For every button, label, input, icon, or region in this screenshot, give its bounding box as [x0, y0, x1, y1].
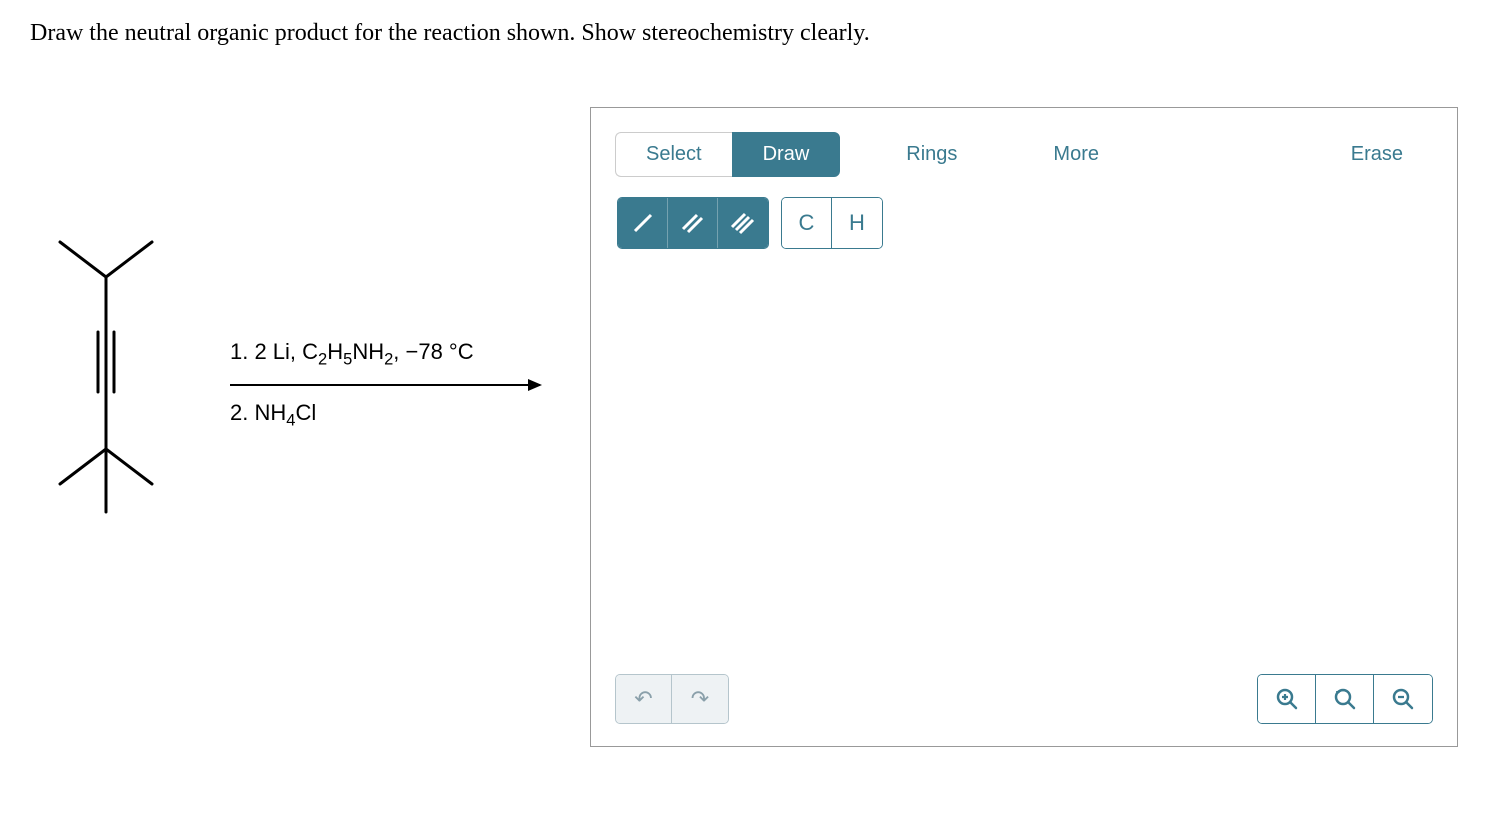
reaction-conditions: 1. 2 Li, C2H5NH2, −78 °C 2. NH4Cl — [230, 331, 550, 438]
cond1-mid1: H — [327, 339, 343, 364]
reset-zoom-button[interactable] — [1316, 675, 1374, 723]
zoom-in-button[interactable] — [1258, 675, 1316, 723]
undo-button[interactable]: ↶ — [616, 675, 672, 723]
select-button[interactable]: Select — [615, 132, 732, 177]
single-bond-button[interactable] — [618, 198, 668, 248]
cond1-mid2: NH — [352, 339, 384, 364]
bond-group — [617, 197, 769, 249]
arrow-head-icon — [528, 379, 542, 391]
zoom-in-icon — [1274, 686, 1300, 712]
cond1-sub2: 5 — [343, 351, 352, 369]
cond1-sub3: 2 — [384, 351, 393, 369]
redo-icon: ↷ — [691, 686, 709, 712]
zoom-group — [1257, 674, 1433, 724]
triple-bond-icon — [728, 208, 758, 238]
bottom-tools: ↶ ↷ — [615, 674, 1433, 724]
carbon-atom-button[interactable]: C — [782, 198, 832, 248]
triple-bond-button[interactable] — [718, 198, 768, 248]
content-area: 1. 2 Li, C2H5NH2, −78 °C 2. NH4Cl Select… — [30, 107, 1458, 747]
hydrogen-atom-button[interactable]: H — [832, 198, 882, 248]
undo-icon: ↶ — [634, 686, 652, 712]
mode-row: Select Draw Rings More Erase — [615, 132, 1433, 177]
erase-button[interactable]: Erase — [1321, 133, 1433, 176]
double-bond-icon — [678, 208, 708, 238]
rings-button[interactable]: Rings — [876, 133, 987, 176]
drawing-editor: Select Draw Rings More Erase — [590, 107, 1458, 747]
tool-row: C H — [615, 191, 1433, 265]
undo-redo-group: ↶ ↷ — [615, 674, 729, 724]
starting-material-structure — [30, 227, 190, 542]
top-toolbar: Select Draw Rings More Erase — [591, 108, 1457, 265]
redo-button[interactable]: ↷ — [672, 675, 728, 723]
more-button[interactable]: More — [1023, 133, 1129, 176]
draw-button[interactable]: Draw — [732, 132, 841, 177]
zoom-out-button[interactable] — [1374, 675, 1432, 723]
question-text: Draw the neutral organic product for the… — [30, 20, 1458, 47]
condition-2: 2. NH4Cl — [230, 400, 550, 430]
cond1-prefix: 1. 2 Li, C — [230, 339, 318, 364]
left-panel: 1. 2 Li, C2H5NH2, −78 °C 2. NH4Cl — [30, 107, 550, 542]
cond2-suffix: Cl — [295, 400, 316, 425]
cond1-sub1: 2 — [318, 351, 327, 369]
reaction-arrow — [230, 384, 540, 386]
reset-zoom-icon — [1332, 686, 1358, 712]
atom-group: C H — [781, 197, 883, 249]
zoom-out-icon — [1390, 686, 1416, 712]
double-bond-button[interactable] — [668, 198, 718, 248]
cond1-suffix: , −78 °C — [393, 339, 473, 364]
cond2-prefix: 2. NH — [230, 400, 286, 425]
drawing-canvas[interactable] — [591, 265, 1457, 665]
single-bond-icon — [628, 208, 658, 238]
condition-1: 1. 2 Li, C2H5NH2, −78 °C — [230, 339, 550, 369]
